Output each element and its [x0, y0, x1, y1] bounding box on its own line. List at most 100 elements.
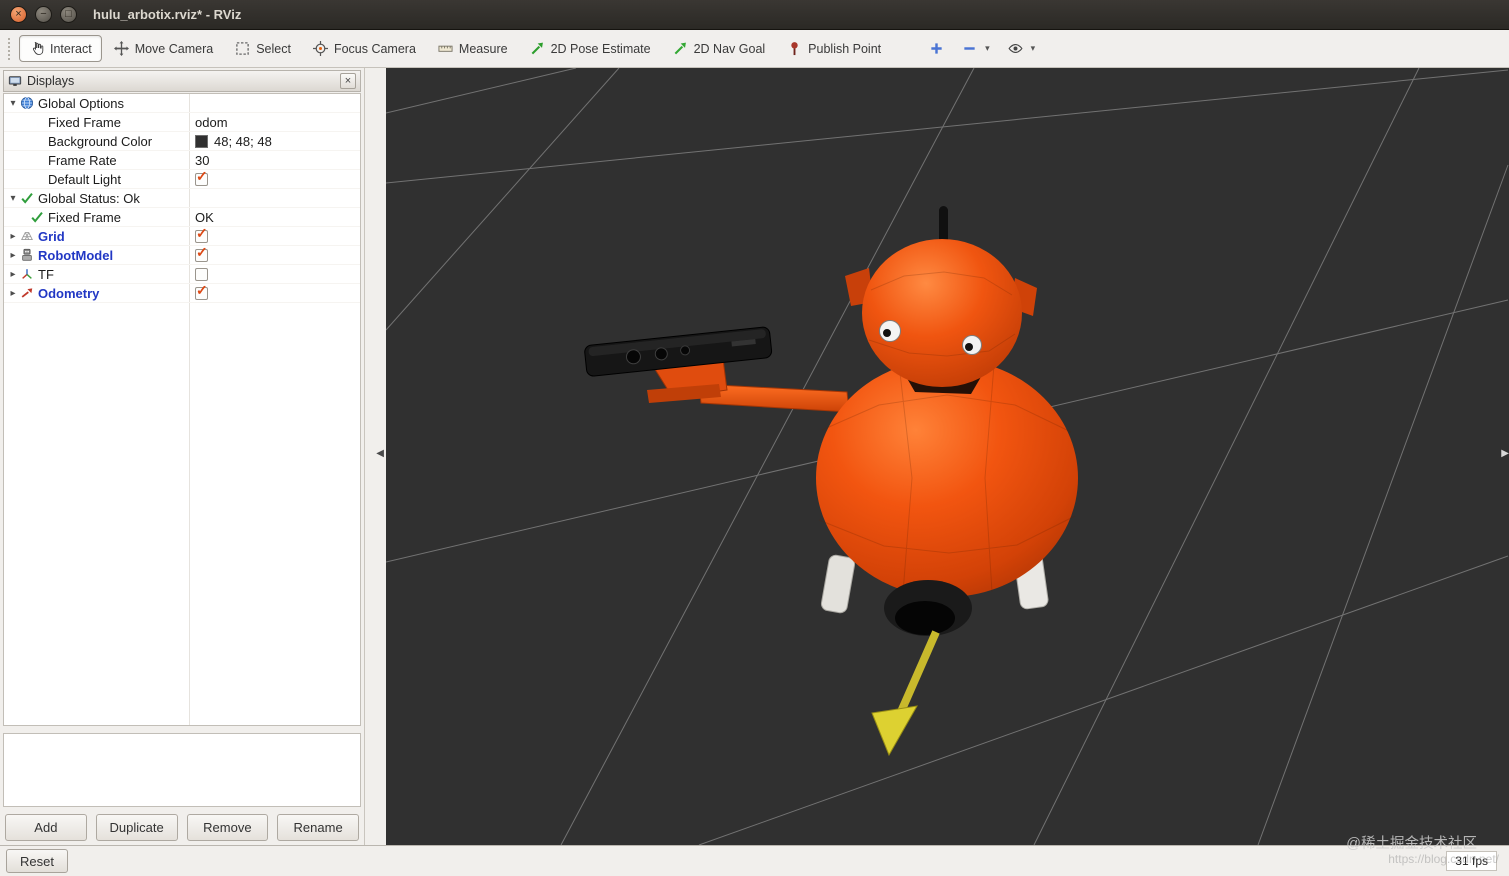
- grid-icon: [20, 229, 34, 243]
- enabled-checkbox[interactable]: ✓: [195, 246, 208, 262]
- pose-estimate-icon: [530, 41, 545, 56]
- rename-display-button[interactable]: Rename: [277, 814, 359, 841]
- toolbar-extra: ▾ ▾: [925, 36, 1039, 61]
- tool-label: Move Camera: [134, 41, 214, 56]
- window-minimize-button[interactable]: −: [35, 6, 52, 23]
- property-name: Frame Rate: [48, 152, 117, 168]
- window-close-button[interactable]: ×: [10, 6, 27, 23]
- window-maximize-button[interactable]: □: [60, 6, 77, 23]
- tool-select[interactable]: Select: [225, 35, 301, 62]
- tool-move-camera[interactable]: Move Camera: [104, 35, 224, 62]
- tree-row-grid[interactable]: ▸ Grid ✓: [4, 227, 360, 246]
- displays-tree: ▾ Global Options Fixed Frame odom Background…: [4, 94, 360, 303]
- property-value[interactable]: 48; 48; 48: [214, 134, 272, 149]
- tool-visibility-button[interactable]: ▾: [1004, 36, 1040, 61]
- dropdown-caret-icon: ▾: [1030, 43, 1036, 53]
- checkmark-icon: ✓: [196, 284, 208, 298]
- add-display-button[interactable]: Add: [5, 814, 87, 841]
- tool-publish-point[interactable]: Publish Point: [777, 35, 891, 62]
- odometry-icon: [20, 286, 34, 300]
- right-panel-expand-handle[interactable]: ▶: [1501, 448, 1509, 459]
- panel-gap: ◀: [365, 68, 386, 845]
- expander-icon[interactable]: ▸: [6, 288, 20, 299]
- enabled-checkbox[interactable]: ✓: [195, 227, 208, 243]
- property-value[interactable]: 30: [195, 153, 209, 168]
- panel-collapse-handle[interactable]: ◀: [376, 448, 384, 459]
- tree-row-frame-rate[interactable]: Frame Rate 30: [4, 151, 360, 170]
- expander-icon[interactable]: ▸: [6, 231, 20, 242]
- expander-icon[interactable]: ▸: [6, 250, 20, 261]
- window-title: hulu_arbotix.rviz* - RViz: [93, 7, 242, 22]
- tree-row-odometry[interactable]: ▸ Odometry ✓: [4, 284, 360, 303]
- globe-icon: [20, 96, 34, 110]
- tool-2d-pose-estimate[interactable]: 2D Pose Estimate: [520, 35, 661, 62]
- expander-icon[interactable]: ▾: [6, 98, 20, 109]
- tool-interact[interactable]: Interact: [19, 35, 102, 62]
- displays-tree-container: ▾ Global Options Fixed Frame odom Background…: [3, 93, 361, 726]
- tf-icon: [20, 267, 34, 281]
- checkmark-icon: ✓: [196, 170, 208, 184]
- displays-panel-title: Displays: [27, 74, 75, 88]
- displays-icon: [8, 74, 22, 88]
- tree-row-background-color[interactable]: Background Color 48; 48; 48: [4, 132, 360, 151]
- remove-display-button[interactable]: Remove: [186, 814, 269, 841]
- interact-hand-icon: [29, 41, 44, 56]
- property-name: Fixed Frame: [48, 209, 121, 225]
- property-value[interactable]: OK: [195, 210, 214, 225]
- property-description-area: [3, 733, 361, 807]
- reset-button[interactable]: Reset: [6, 849, 68, 873]
- add-tool-button[interactable]: [925, 36, 948, 61]
- window-controls: × − □: [10, 6, 77, 23]
- tree-row-global-status-ok[interactable]: ▾ Global Status: Ok: [4, 189, 360, 208]
- property-name: Grid: [38, 228, 65, 244]
- tool-2d-nav-goal[interactable]: 2D Nav Goal: [663, 35, 776, 62]
- expander-icon[interactable]: ▸: [6, 269, 20, 280]
- tree-row-robotmodel[interactable]: ▸ RobotModel ✓: [4, 246, 360, 265]
- check-icon: [30, 210, 44, 224]
- enabled-checkbox[interactable]: ✓: [195, 170, 208, 186]
- publish-point-icon: [787, 41, 802, 56]
- focus-camera-icon: [312, 41, 328, 56]
- expander-icon[interactable]: ▾: [6, 193, 20, 204]
- viewport-3d[interactable]: ▶: [386, 68, 1509, 845]
- tool-focus-camera[interactable]: Focus Camera: [303, 35, 426, 62]
- property-name: RobotModel: [38, 247, 114, 263]
- main-area: Displays × ▾ Global Options Fixed Frame odo…: [0, 68, 1509, 845]
- tree-row-global-options[interactable]: ▾ Global Options: [4, 94, 360, 113]
- property-name: TF: [38, 266, 54, 282]
- tool-label: Measure: [458, 41, 508, 56]
- measure-icon: [438, 41, 453, 56]
- tool-measure[interactable]: Measure: [428, 35, 518, 62]
- property-value[interactable]: odom: [195, 115, 228, 130]
- toolbar-drag-handle[interactable]: [8, 37, 11, 60]
- property-name: Odometry: [38, 285, 100, 301]
- remove-tool-button[interactable]: ▾: [958, 36, 994, 61]
- enabled-checkbox[interactable]: [195, 267, 208, 281]
- tool-label: 2D Pose Estimate: [550, 41, 651, 56]
- displays-panel-header[interactable]: Displays ×: [3, 70, 361, 92]
- property-name: Global Options: [38, 95, 124, 111]
- robot-head: [862, 239, 1022, 387]
- tool-label: Interact: [50, 41, 92, 56]
- toolbar-tools: Interact Move Camera Select Focus Camera Mea…: [19, 35, 891, 62]
- eye-icon: [1008, 41, 1023, 56]
- nav-goal-icon: [673, 41, 688, 56]
- tree-row-default-light[interactable]: Default Light ✓: [4, 170, 360, 189]
- property-name: Default Light: [48, 171, 121, 187]
- property-name: Fixed Frame: [48, 114, 121, 130]
- enabled-checkbox[interactable]: ✓: [195, 284, 208, 300]
- panel-close-button[interactable]: ×: [340, 73, 356, 89]
- property-name: Background Color: [48, 133, 153, 149]
- tool-label: Focus Camera: [333, 41, 416, 56]
- tree-row-fixed-frame[interactable]: Fixed Frame OK: [4, 208, 360, 227]
- duplicate-display-button[interactable]: Duplicate: [95, 814, 178, 841]
- color-swatch[interactable]: [195, 134, 208, 148]
- displays-panel: Displays × ▾ Global Options Fixed Frame odo…: [0, 68, 365, 845]
- tree-row-tf[interactable]: ▸ TF: [4, 265, 360, 284]
- fps-counter: 31 fps: [1446, 851, 1497, 871]
- tool-label: Select: [256, 41, 291, 56]
- dropdown-caret-icon: ▾: [985, 43, 990, 53]
- tree-row-fixed-frame[interactable]: Fixed Frame odom: [4, 113, 360, 132]
- property-name: Global Status: Ok: [38, 190, 140, 206]
- tool-label: Publish Point: [808, 41, 882, 56]
